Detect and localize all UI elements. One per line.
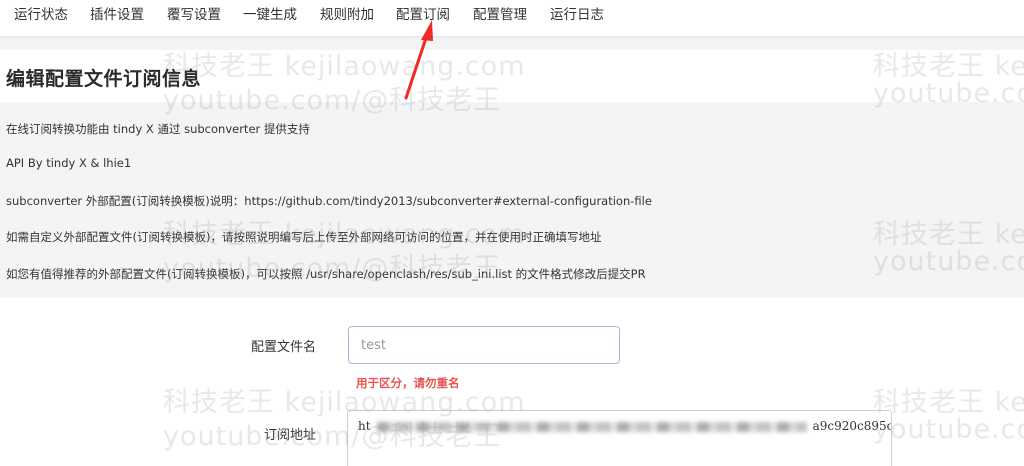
sub-url-textarea[interactable]: ht a9c920c895c586 [347,410,892,466]
tab-rules-append[interactable]: 规则附加 [320,5,374,25]
config-name-input[interactable] [348,326,620,364]
page-title: 编辑配置文件订阅信息 [6,68,202,90]
description-line: 如您有值得推荐的外部配置文件(订阅转换模板)，可以按照 /usr/share/o… [6,267,646,281]
tab-run-status[interactable]: 运行状态 [14,5,68,25]
tab-config-manage[interactable]: 配置管理 [473,5,527,25]
watermark-text: 科技老王 ke [873,219,1024,250]
tab-config-subscribe[interactable]: 配置订阅 [396,5,450,25]
watermark-text: youtube.co [873,246,1024,277]
sub-url-suffix: a9c920c895c586 [812,419,891,433]
blurred-url-redaction [376,421,807,432]
config-name-label: 配置文件名 [251,340,317,355]
sub-url-prefix: ht [358,419,371,433]
sub-url-label: 订阅地址 [264,428,317,443]
tab-bar: 运行状态 插件设置 覆写设置 一键生成 规则附加 配置订阅 配置管理 运行日志 [0,0,1024,36]
tab-override-settings[interactable]: 覆写设置 [167,5,221,25]
description-line: subconverter 外部配置(订阅转换模板)说明：https://gith… [6,194,652,208]
description-line: API By tindy X & lhie1 [6,156,132,170]
description-line: 在线订阅转换功能由 tindy X 通过 subconverter 提供支持 [6,122,310,136]
page: 运行状态 插件设置 覆写设置 一键生成 规则附加 配置订阅 配置管理 运行日志 … [0,0,1024,466]
description-line: 如需自定义外部配置文件(订阅转换模板)，请按照说明编写后上传至外部网络可访问的位… [6,230,602,244]
tab-run-log[interactable]: 运行日志 [550,5,604,25]
tab-plugin-settings[interactable]: 插件设置 [90,5,144,25]
tab-one-click-generate[interactable]: 一键生成 [243,5,297,25]
config-name-hint: 用于区分，请勿重名 [356,376,460,390]
